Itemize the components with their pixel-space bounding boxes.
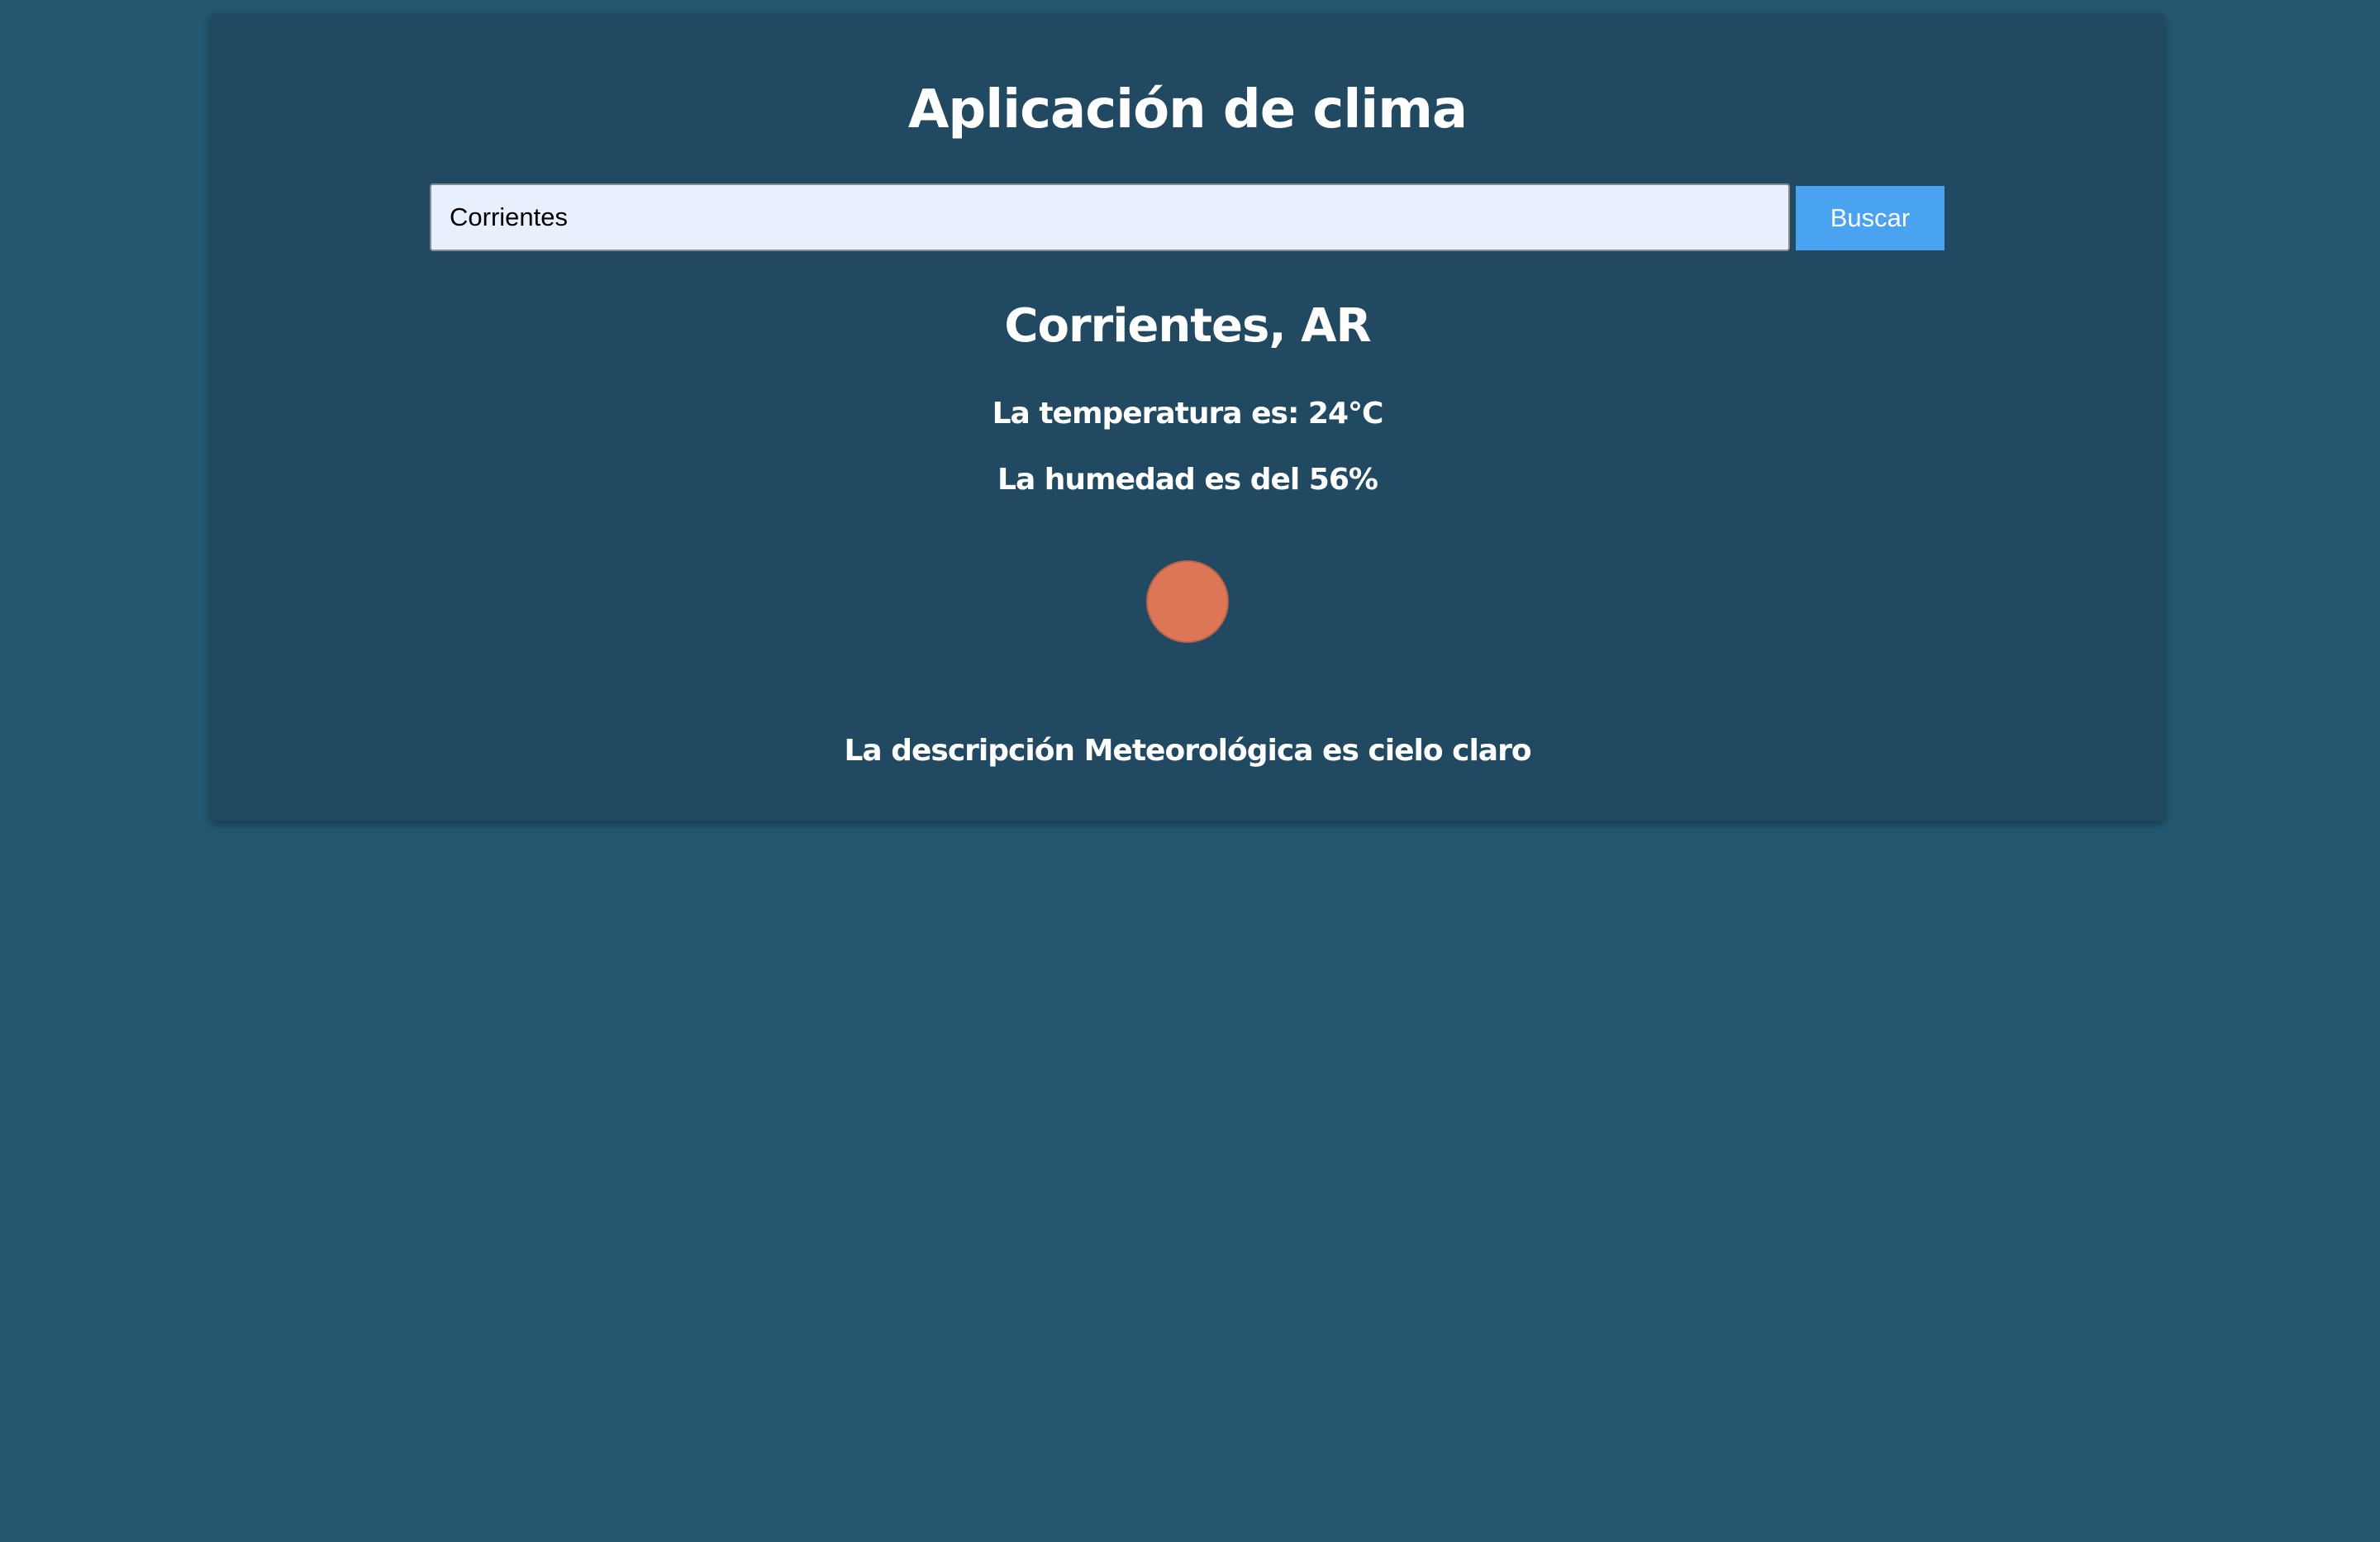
weather-card: Aplicación de clima Buscar Corrientes, A… — [211, 14, 2164, 821]
sun-icon — [1146, 560, 1229, 643]
humidity-text: La humedad es del 56% — [997, 463, 1378, 497]
weather-description: La descripción Meteorológica es cielo cl… — [844, 734, 1531, 768]
location-name: Corrientes, AR — [1004, 299, 1371, 353]
app-title: Aplicación de clima — [907, 79, 1468, 140]
search-button[interactable]: Buscar — [1796, 186, 1944, 250]
city-search-input[interactable] — [430, 183, 1790, 251]
temperature-text: La temperatura es: 24°C — [992, 397, 1384, 431]
